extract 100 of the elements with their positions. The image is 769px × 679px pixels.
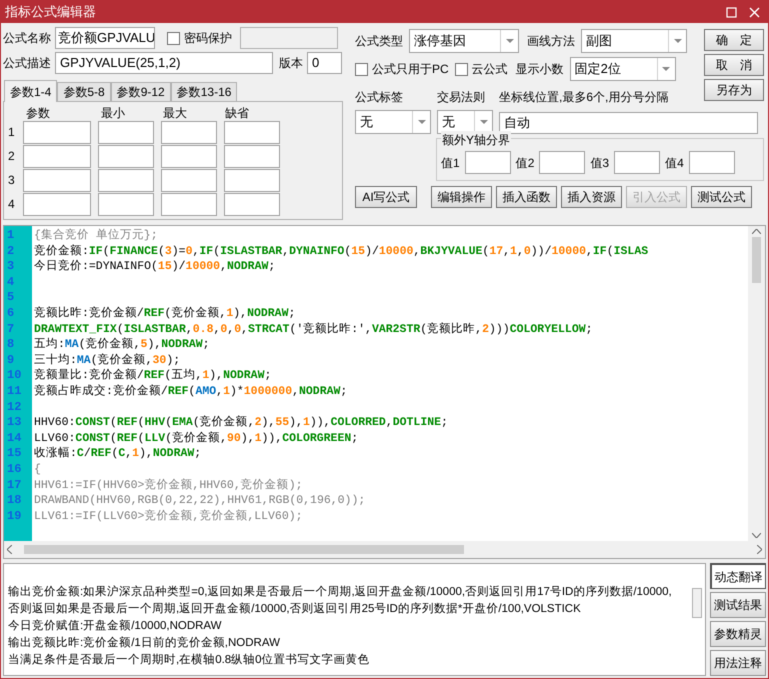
field-label: 显示小数 (516, 61, 564, 78)
param-tab[interactable]: 参数9-12 (110, 82, 171, 101)
line-number: 8 (6, 337, 16, 353)
action-button[interactable]: 确 定 (704, 29, 764, 51)
input-field[interactable] (98, 168, 154, 192)
field-label: 坐标线位置,最多6个,用分号分隔 (499, 89, 668, 106)
dropdown[interactable]: 涨停基因 (409, 29, 519, 53)
input-field[interactable] (464, 151, 511, 174)
caret-icon (506, 39, 514, 43)
input-field[interactable] (161, 144, 217, 168)
input-field[interactable]: 自动 (499, 112, 758, 134)
action-button[interactable]: 取 消 (704, 54, 764, 76)
field-label: 值1 (441, 154, 460, 172)
vertical-scrollbar[interactable] (748, 226, 765, 541)
row-number: 1 (8, 124, 16, 141)
input-field[interactable]: 竞价额GPJVALU (55, 27, 155, 49)
param-tab[interactable]: 参数1-4 (4, 80, 58, 102)
scroll-left-icon[interactable] (7, 545, 12, 554)
line-number: 9 (6, 352, 16, 368)
field-label: 值2 (516, 154, 534, 172)
output-tab[interactable]: 测试结果 (710, 592, 766, 618)
code-line: 竞额量比:竞价金额/REF(五均,1),NODRAW; (34, 368, 272, 384)
line-number: 19 (6, 508, 22, 524)
output-line: 输出竞价金额:如果沪深京品种类型=0,返回如果是否最后一个周期,返回开盘金额/10000,否则返回引用17号ID的序列数据/10000, (8, 584, 673, 600)
input-field[interactable]: 0 (307, 52, 342, 74)
param-tab[interactable]: 参数5-8 (57, 82, 111, 101)
param-tab[interactable]: 参数13-16 (170, 82, 238, 101)
checkbox[interactable] (167, 32, 180, 44)
line-number: 15 (6, 446, 22, 462)
restore-icon[interactable] (726, 6, 737, 18)
line-number: 12 (6, 400, 22, 416)
close-icon[interactable] (749, 6, 760, 18)
code-line: HHV60:CONST(REF(HHV(EMA(竞价金额,2),55),1)),COLORRED,DOTLINE; (34, 415, 448, 431)
window-title: 指标公式编辑器 (5, 3, 97, 22)
field-label: 公式标签 (355, 89, 404, 106)
line-number: 10 (6, 368, 22, 384)
code-line: 竞价金额:IF(FINANCE(3)=0,IF(ISLASTBAR,DYNAINFO(15)/10000,BKJYVALUE(17,1,0))/10000,IF(ISLAS (34, 244, 648, 259)
group-title: 额外Y轴分界 (441, 131, 512, 149)
input-field[interactable] (23, 168, 91, 192)
line-number: 5 (6, 290, 16, 306)
scrollbar-thumb[interactable] (692, 588, 702, 618)
input-field[interactable] (23, 144, 91, 168)
action-button[interactable]: 另存为 (704, 79, 764, 101)
code-line: 今日竞价:=DYNAINFO(15)/10000,NODRAW; (34, 259, 276, 275)
code-line: { (34, 462, 41, 478)
field-label: 交易法则 (437, 89, 486, 106)
code-line: LLV61:=IF(LLV60>竞价金额,竞价金额,LLV60); (34, 508, 303, 524)
input-field[interactable] (98, 120, 154, 144)
code-line: DRAWBAND(HHV60,RGB(0,22,22),HHV61,RGB(0,196,0)); (34, 493, 366, 509)
output-tab[interactable]: 用法注释 (710, 650, 766, 676)
input-field[interactable] (224, 144, 280, 168)
output-tab[interactable]: 参数精灵 (710, 621, 766, 647)
code-line: 竞额占昨成交:竞价金额/REF(AMO,1)*1000000,NODRAW; (34, 384, 348, 400)
input-field[interactable] (688, 151, 735, 174)
input-field[interactable] (23, 192, 91, 216)
horizontal-scrollbar[interactable] (4, 541, 765, 558)
action-button[interactable]: 测试公式 (691, 186, 752, 208)
input-field[interactable] (224, 192, 280, 216)
code-line: 收涨幅:C/REF(C,1),NODRAW; (34, 446, 202, 462)
action-button[interactable]: AI写公式 (355, 186, 417, 208)
line-number: 17 (6, 478, 22, 494)
output-tab[interactable]: 动态翻译 (710, 563, 766, 589)
scrollbar-thumb[interactable] (752, 236, 761, 282)
input-field[interactable] (161, 192, 217, 216)
input-field[interactable] (98, 144, 154, 168)
dropdown[interactable]: 无 (355, 110, 431, 134)
dropdown[interactable]: 固定2位 (570, 57, 676, 81)
input-field[interactable]: GPJYVALUE(25,1,2) (55, 52, 273, 74)
field-label: 值4 (665, 154, 684, 172)
scroll-down-icon[interactable] (752, 533, 761, 538)
dropdown[interactable]: 副图 (581, 29, 687, 53)
input-field[interactable] (224, 120, 280, 144)
action-button[interactable]: 插入资源 (561, 186, 622, 208)
input-field[interactable] (161, 120, 217, 144)
action-button[interactable]: 编辑操作 (431, 186, 492, 208)
output-line: 今日竞价赋值:开盘金额/10000,NODRAW (8, 618, 223, 634)
input-field[interactable] (539, 151, 586, 174)
checkbox[interactable] (454, 62, 468, 76)
row-number: 2 (8, 148, 16, 165)
input-field[interactable] (161, 168, 217, 192)
line-number: 14 (6, 430, 22, 446)
line-number: 16 (6, 462, 22, 478)
scroll-right-icon[interactable] (757, 545, 762, 554)
line-number: 3 (6, 259, 16, 275)
row-number: 4 (8, 196, 16, 213)
action-button[interactable]: 插入函数 (496, 186, 557, 208)
input-field[interactable] (224, 168, 280, 192)
input-field[interactable] (98, 192, 154, 216)
scrollbar-thumb[interactable] (24, 545, 464, 554)
line-number: 2 (6, 244, 16, 260)
scroll-up-icon[interactable] (752, 229, 761, 234)
line-number: 6 (6, 306, 16, 322)
output-line: 否则返回如果是否最后一个周期,返回开盘金额/10000,否则返回引用25号ID的序列数据*开盘价/100,VOLSTICK (8, 601, 582, 617)
input-field[interactable] (23, 120, 91, 144)
row-number: 3 (8, 172, 16, 189)
column-header: 最大 (163, 105, 188, 120)
input-field[interactable] (614, 151, 660, 174)
password-field[interactable] (240, 27, 338, 49)
line-number: 4 (6, 274, 16, 290)
checkbox[interactable] (355, 62, 368, 76)
